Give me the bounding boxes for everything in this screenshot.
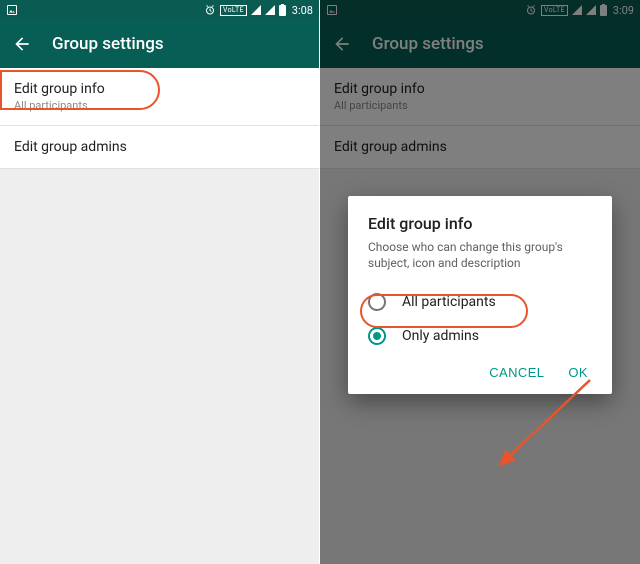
volte-badge: VoLTE xyxy=(220,5,247,16)
battery-icon xyxy=(279,4,286,16)
list-item-label: Edit group admins xyxy=(14,139,305,155)
radio-option-only-admins[interactable]: Only admins xyxy=(368,319,592,353)
signal-icon-2 xyxy=(265,5,275,15)
radio-label: Only admins xyxy=(402,328,479,344)
radio-icon xyxy=(368,327,386,345)
signal-icon xyxy=(251,5,261,15)
dialog-description: Choose who can change this group's subje… xyxy=(368,239,592,271)
list-item-sub: All participants xyxy=(14,99,305,112)
screen-left: VoLTE 3:08 Group settings Edit group inf… xyxy=(0,0,320,564)
status-bar: VoLTE 3:08 xyxy=(0,0,319,20)
clock-text: 3:08 xyxy=(292,4,313,17)
radio-icon xyxy=(368,293,386,311)
radio-option-all-participants[interactable]: All participants xyxy=(368,285,592,319)
cancel-button[interactable]: CANCEL xyxy=(489,365,544,380)
page-title: Group settings xyxy=(52,34,164,54)
dialog-edit-group-info: Edit group info Choose who can change th… xyxy=(348,196,612,394)
radio-label: All participants xyxy=(402,294,496,310)
back-arrow-icon[interactable] xyxy=(12,34,32,54)
alarm-icon xyxy=(204,4,216,16)
list-item-edit-group-info[interactable]: Edit group info All participants xyxy=(0,68,319,126)
screen-right: VoLTE 3:09 Group settings Edit group inf… xyxy=(320,0,640,564)
dialog-actions: CANCEL OK xyxy=(368,353,592,386)
settings-list: Edit group info All participants Edit gr… xyxy=(0,68,319,169)
list-item-label: Edit group info xyxy=(14,81,305,97)
list-item-edit-group-admins[interactable]: Edit group admins xyxy=(0,126,319,169)
ok-button[interactable]: OK xyxy=(568,365,588,380)
picture-icon xyxy=(6,4,18,16)
app-bar: Group settings xyxy=(0,20,319,68)
dialog-title: Edit group info xyxy=(368,214,592,233)
